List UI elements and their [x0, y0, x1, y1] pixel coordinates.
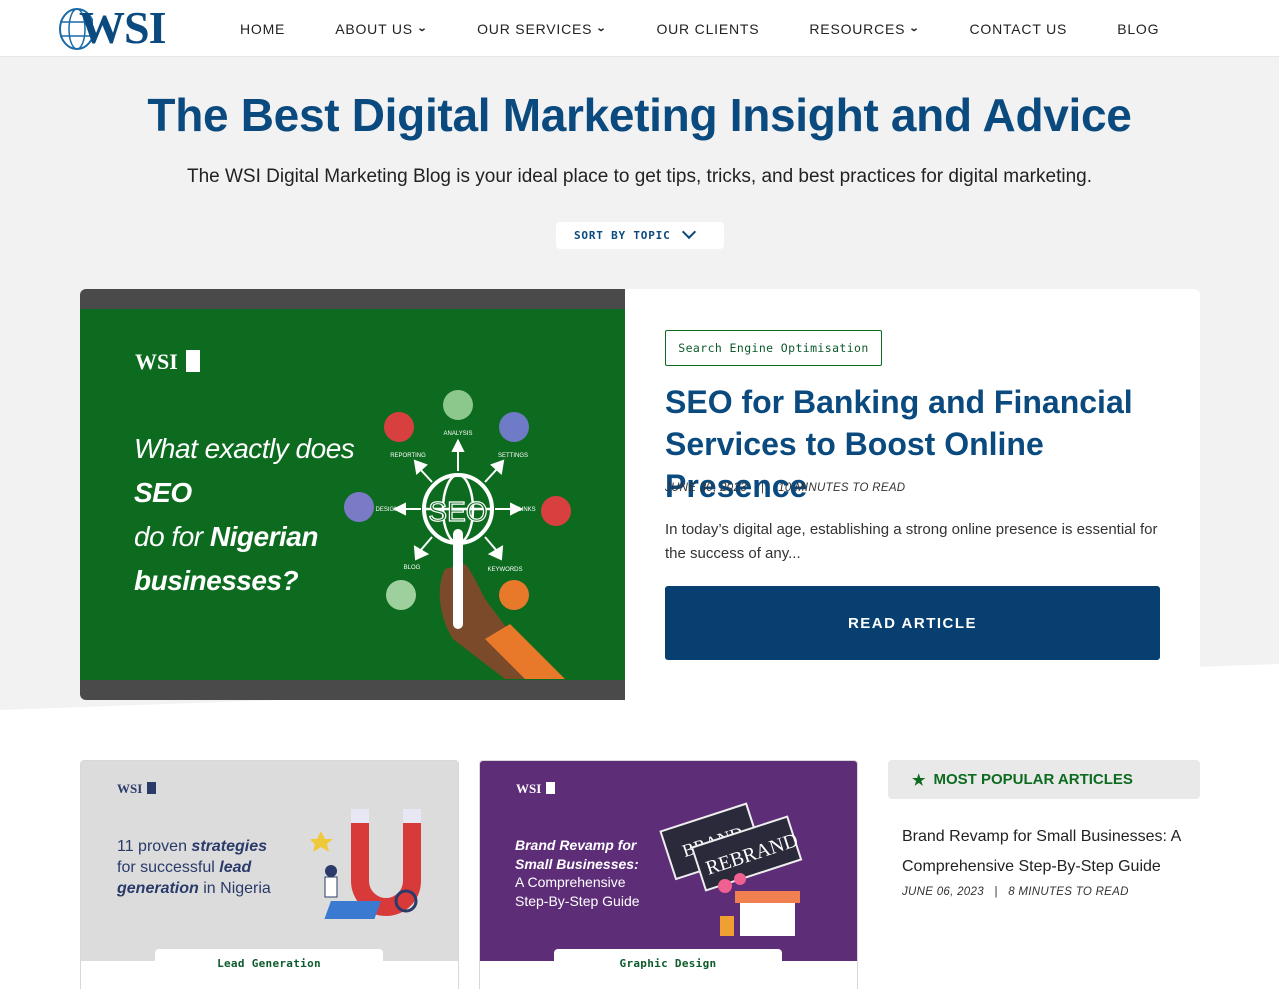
analysis-icon: [443, 390, 473, 420]
label-reporting: REPORTING: [390, 453, 426, 459]
seo-center-label: SEO: [428, 496, 487, 527]
article-date: JUNE 30, 2023: [665, 482, 747, 494]
popular-article-read-time: 8 MINUTES TO READ: [1008, 886, 1129, 898]
nav-label: OUR CLIENTS: [656, 20, 760, 37]
wsi-logo[interactable]: WSI: [57, 4, 177, 52]
article-read-time: 10 MINUTES TO READ: [778, 482, 906, 494]
label-links: LINKS: [518, 507, 535, 513]
nav-label: RESOURCES: [809, 20, 906, 37]
category-tag[interactable]: Search Engine Optimisation: [665, 330, 882, 366]
meta-separator: |: [760, 482, 765, 494]
most-popular-label: MOST POPULAR ARTICLES: [933, 771, 1133, 788]
site-header: WSI HOME ABOUT US ⌄ OUR SERVICES ⌄ OUR CLI…: [0, 0, 1279, 57]
popular-article-title[interactable]: Brand Revamp for Small Businesses: A Com…: [902, 822, 1182, 882]
label-settings: SETTINGS: [498, 453, 528, 459]
text-part: A Comprehensive: [515, 874, 626, 890]
page-title: The Best Digital Marketing Insight and A…: [147, 89, 1132, 141]
badge-icon: [185, 350, 200, 372]
read-article-button[interactable]: READ ARTICLE: [665, 586, 1160, 660]
article-card-graphic-design[interactable]: WSI Brand Revamp for Small Businesses: A…: [479, 760, 858, 989]
logo-text: WSI: [79, 2, 166, 53]
meta-separator: |: [994, 886, 998, 898]
blog-icon: [386, 580, 416, 610]
card-tag[interactable]: Lead Generation: [155, 949, 383, 973]
card-image-text: Brand Revamp for Small Businesses: A Com…: [515, 836, 640, 910]
featured-article-card: WSI What exactly does SEO do for Nigeria…: [80, 289, 1200, 700]
text-part: lead: [219, 859, 252, 876]
image-background: WSI What exactly does SEO do for Nigeria…: [80, 309, 625, 680]
label-design: DESIGN: [375, 507, 398, 513]
links-icon: [541, 496, 571, 526]
magnet-illustration: [311, 809, 421, 919]
label-keywords: KEYWORDS: [487, 567, 522, 573]
nav-label: BLOG: [1117, 20, 1160, 37]
page-subtitle: The WSI Digital Marketing Blog is your i…: [186, 166, 1092, 187]
nav-our-services[interactable]: OUR SERVICES ⌄: [477, 20, 608, 37]
nav-home[interactable]: HOME: [240, 21, 285, 37]
card-logo-text: WSI: [117, 781, 143, 796]
badge-icon: [546, 782, 556, 794]
headline-part: What exactly does: [134, 433, 355, 464]
card-image: WSI Brand Revamp for Small Businesses: A…: [480, 761, 857, 961]
image-logo: WSI: [135, 349, 200, 375]
article-card-lead-generation[interactable]: WSI 11 proven strategies for successful …: [80, 760, 459, 989]
text-part: strategies: [191, 838, 268, 855]
nav-label: OUR SERVICES: [477, 20, 593, 37]
label-analysis: ANALYSIS: [444, 431, 473, 437]
keywords-icon: [499, 580, 529, 610]
badge-icon: [147, 782, 157, 794]
nav-resources[interactable]: RESOURCES ⌄: [809, 21, 919, 37]
text-part: generation: [117, 880, 199, 897]
star-icon: ★: [912, 771, 926, 789]
article-excerpt: In today’s digital age, establishing a s…: [665, 521, 1158, 562]
nav-about-us[interactable]: ABOUT US ⌄: [335, 21, 427, 37]
chevron-down-icon: ⌄: [416, 23, 429, 34]
headline-part: SEO: [134, 477, 192, 508]
image-logo-text: WSI: [135, 349, 178, 374]
featured-article-image[interactable]: WSI What exactly does SEO do for Nigeria…: [80, 289, 625, 700]
text-part: for successful: [117, 859, 220, 876]
text-part: in Nigeria: [198, 880, 271, 897]
nav-label: ABOUT US: [335, 20, 413, 37]
card-image: WSI 11 proven strategies for successful …: [81, 761, 458, 961]
chevron-down-icon: ⌄: [908, 23, 921, 34]
sort-by-topic-dropdown[interactable]: SORT BY TOPIC: [556, 222, 724, 249]
card-logo-text: WSI: [516, 781, 542, 796]
popular-article-meta: JUNE 06, 2023 | 8 MINUTES TO READ: [902, 886, 1129, 898]
popular-article-date: JUNE 06, 2023: [902, 886, 984, 898]
article-meta: JUNE 30, 2023 | 10 MINUTES TO READ: [665, 482, 905, 494]
label-blog: BLOG: [404, 565, 421, 571]
chevron-down-icon: ⌄: [595, 23, 608, 34]
text-part: Step-By-Step Guide: [515, 892, 640, 909]
design-icon: [344, 492, 374, 522]
nav-our-clients[interactable]: OUR CLIENTS: [656, 21, 759, 37]
main-nav: HOME ABOUT US ⌄ OUR SERVICES ⌄ OUR CLIENTS…: [240, 0, 1209, 57]
text-part: Brand Revamp for: [515, 837, 637, 853]
headline-part: do for: [134, 521, 203, 552]
most-popular-heading: ★ MOST POPULAR ARTICLES: [888, 760, 1200, 799]
nav-label: CONTACT US: [969, 20, 1068, 37]
card-logo: WSI: [516, 781, 556, 797]
rebrand-illustration: BRAND REBRAND: [659, 802, 803, 936]
nav-blog[interactable]: BLOG: [1117, 21, 1159, 37]
chevron-down-icon: [681, 224, 697, 240]
card-image-text: 11 proven strategies for successful lead…: [117, 836, 271, 899]
card-logo: WSI: [117, 781, 157, 797]
sort-label: SORT BY TOPIC: [574, 229, 671, 242]
seo-hub-illustration: SEO ANALYSIS REPORTING SETTINGS DESIGN L…: [344, 390, 571, 679]
text-part: 11 proven: [117, 838, 192, 855]
nav-contact-us[interactable]: CONTACT US: [969, 21, 1067, 37]
card-tag[interactable]: Graphic Design: [554, 949, 782, 973]
text-part: Small Businesses:: [515, 855, 639, 872]
nav-label: HOME: [240, 20, 286, 37]
reporting-icon: [384, 412, 414, 442]
settings-icon: [499, 412, 529, 442]
